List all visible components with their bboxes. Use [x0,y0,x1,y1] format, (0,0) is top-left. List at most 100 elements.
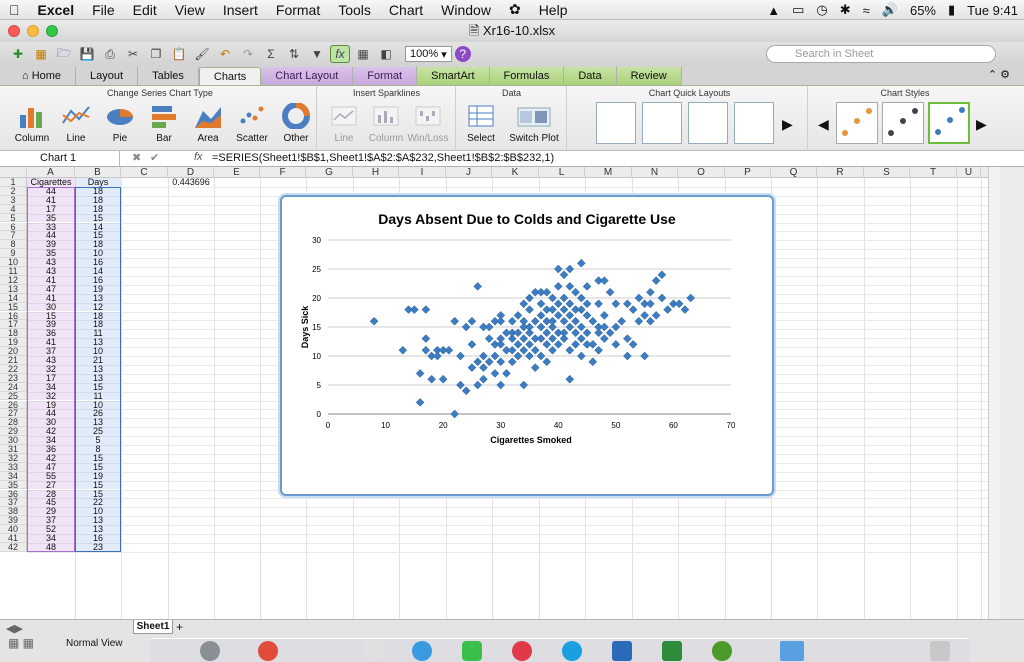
data-point[interactable] [473,380,483,390]
data-point[interactable] [623,334,632,343]
data-point[interactable] [410,305,419,314]
zoom-select[interactable]: 100% ▾ [405,46,452,62]
data-point[interactable] [525,340,534,349]
data-point[interactable] [513,340,523,349]
data-point[interactable] [519,299,529,309]
formula-builder-icon[interactable]: fx [330,45,350,63]
data-point[interactable] [588,357,598,367]
data-point[interactable] [611,322,621,332]
battery-percent[interactable]: 65% [910,3,936,18]
data-point[interactable] [525,305,534,314]
data-point[interactable] [599,311,609,320]
data-point[interactable] [571,287,580,297]
column-header-g[interactable]: G [306,167,353,178]
sheet-nav-icon[interactable]: ◀▶ [6,622,23,635]
chrome-icon[interactable] [258,641,278,661]
next-style-icon[interactable]: ▶ [976,116,987,133]
cell-d1[interactable]: 0.443696 [168,178,214,187]
column-header-b[interactable]: B [75,167,121,178]
data-point[interactable] [599,276,609,285]
data-point[interactable] [576,322,586,332]
data-point[interactable] [496,357,506,367]
data-point[interactable] [525,351,534,361]
battery-icon[interactable]: ▮ [948,2,955,18]
data-point[interactable] [674,299,684,309]
data-point[interactable] [548,305,557,314]
column-header-f[interactable]: F [260,167,306,178]
data-point[interactable] [657,293,667,303]
menu-tools[interactable]: Tools [329,2,380,18]
data-point[interactable] [605,287,615,297]
data-point[interactable] [623,299,632,309]
tab-chart-layout[interactable]: Chart Layout [261,67,354,85]
data-point[interactable] [548,345,557,355]
data-point[interactable] [628,340,638,349]
data-point[interactable] [548,316,557,326]
menu-format[interactable]: Format [267,2,329,18]
data-point[interactable] [461,386,471,396]
data-point[interactable] [571,316,580,326]
data-point[interactable] [479,363,488,372]
data-point[interactable] [484,334,494,343]
enter-icon[interactable]: ✔ [150,151,159,164]
column-header-k[interactable]: K [492,167,539,178]
data-point[interactable] [634,293,644,303]
data-point[interactable] [646,316,655,326]
data-point[interactable] [651,311,661,320]
print-icon[interactable]: ⎙ [100,45,120,63]
data-point[interactable] [559,305,569,314]
data-point[interactable] [646,287,655,297]
select-data-button[interactable]: Select [459,102,503,148]
data-point[interactable] [536,334,546,343]
column-header-d[interactable]: D [168,167,214,178]
data-point[interactable] [680,305,690,314]
data-point[interactable] [467,340,477,349]
column-header-c[interactable]: C [121,167,168,178]
column-header-j[interactable]: J [446,167,492,178]
data-point[interactable] [536,322,546,332]
data-point[interactable] [369,316,379,326]
gallery-icon[interactable]: ▦ [31,45,51,63]
data-point[interactable] [444,345,454,355]
data-point[interactable] [553,282,563,291]
column-header-p[interactable]: P [725,167,771,178]
data-point[interactable] [496,311,506,320]
data-point[interactable] [398,345,408,355]
column-header-a[interactable]: A [27,167,75,178]
other-chart-button[interactable]: Other [274,102,318,148]
data-point[interactable] [427,374,436,384]
data-point[interactable] [582,311,592,320]
excel-icon[interactable] [662,641,682,661]
data-point[interactable] [559,328,569,338]
data-point[interactable] [582,299,592,309]
folder-icon[interactable] [780,641,804,661]
data-point[interactable] [559,270,569,280]
data-point[interactable] [519,380,529,390]
data-point[interactable] [525,328,534,338]
data-point[interactable] [490,369,500,378]
data-point[interactable] [519,316,529,326]
redo-icon[interactable]: ↷ [238,45,258,63]
filter-icon[interactable]: ▼ [307,45,327,63]
data-point[interactable] [496,340,506,349]
ribbon-settings-icon[interactable]: ⌃ ⚙ [988,68,1010,81]
column-header-o[interactable]: O [678,167,725,178]
header-cell[interactable]: Days [75,178,121,187]
app-menu[interactable]: Excel [29,2,84,18]
data-point[interactable] [456,351,465,361]
fx-label[interactable]: fx [194,151,203,163]
save-icon[interactable]: 💾 [77,45,97,63]
data-point[interactable] [553,311,563,320]
column-header-t[interactable]: T [910,167,957,178]
line-chart-button[interactable]: Line [54,102,98,148]
data-point[interactable] [617,316,626,326]
data-point[interactable] [467,363,477,372]
data-point[interactable] [657,270,667,280]
data-point[interactable] [565,322,575,332]
data-point[interactable] [576,305,586,314]
data-point[interactable] [611,340,621,349]
cut-icon[interactable]: ✂ [123,45,143,63]
data-point[interactable] [651,276,661,285]
data-point[interactable] [576,351,586,361]
airplay-icon[interactable]: ▭ [792,2,804,18]
